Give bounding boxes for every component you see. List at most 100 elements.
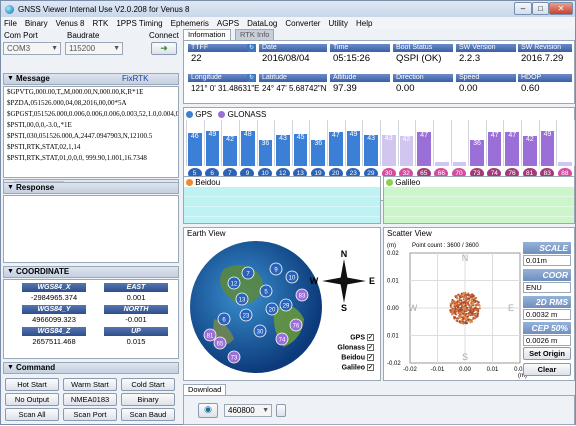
scatter-point — [476, 300, 479, 303]
check-glonass[interactable]: Glonass ✓ — [324, 344, 374, 351]
scatter-point — [465, 318, 468, 321]
collapse-icon: ▼ — [7, 184, 14, 191]
lat-value: 24° 47' 5.68742"N — [262, 84, 327, 93]
check-label: GPS — [350, 334, 365, 342]
check-beidou[interactable]: Beidou ✓ — [324, 354, 374, 361]
beidou-snr-area — [184, 187, 380, 223]
download-globe-button[interactable]: ◉ — [198, 403, 218, 418]
snr-gridline — [485, 120, 487, 166]
scatter-point — [467, 312, 470, 315]
snr-value: 43 — [279, 135, 287, 142]
menu-item-utility[interactable]: Utility — [328, 19, 348, 28]
no-output-button[interactable]: No Output — [5, 393, 59, 406]
alt-value: 97.39 — [333, 83, 357, 94]
compass-n: N — [341, 249, 348, 259]
warm-start-button[interactable]: Warm Start — [63, 378, 117, 391]
tab-rtk-info[interactable]: RTK Info — [235, 29, 275, 40]
message-line: $GPGST,051526.000,0.006,0.006,0.006,0.00… — [7, 110, 179, 118]
y-tick: -0.02 — [387, 361, 401, 367]
scatter-point — [456, 296, 459, 299]
scan-port-button[interactable]: Scan Port — [63, 408, 117, 421]
tab-information[interactable]: Information — [183, 29, 231, 40]
menu-item-converter[interactable]: Converter — [285, 19, 320, 28]
menu-item-agps[interactable]: AGPS — [217, 19, 239, 28]
checkbox-icon[interactable]: ✓ — [367, 364, 374, 371]
plug-icon: ➜ — [160, 43, 168, 53]
scatter-point — [469, 319, 472, 322]
scatter-point — [453, 303, 456, 306]
satellite-prn: 74 — [279, 338, 286, 344]
refresh-icon[interactable]: ↻ — [247, 74, 256, 82]
time-label: Time — [330, 44, 390, 52]
y-tick: 0.01 — [387, 334, 399, 340]
message-log[interactable]: $GPVTG,000.00,T,,M,000.00,N,000.00,K,R*1… — [3, 86, 179, 178]
scatter-point — [459, 296, 462, 299]
snr-gridline — [538, 120, 540, 166]
wgs84-z-value: 2657511.468 — [32, 337, 76, 346]
minimize-button[interactable]: – — [514, 2, 532, 15]
snr-gridline — [521, 120, 523, 166]
snr-gridline — [203, 120, 205, 166]
menu-item-file[interactable]: File — [4, 19, 17, 28]
swver-value: 2.2.3 — [459, 53, 481, 64]
menu-item-help[interactable]: Help — [356, 19, 372, 28]
ttff-value: 22 — [191, 53, 202, 64]
menu-item-venus-8[interactable]: Venus 8 — [56, 19, 85, 28]
response-log[interactable] — [3, 195, 179, 263]
snr-gridline — [450, 120, 452, 166]
scatter-point — [454, 312, 457, 315]
scatter-point — [458, 314, 461, 317]
menu-item-ephemeris[interactable]: Ephemeris — [171, 19, 209, 28]
lon-value: 121° 0' 31.48631"E — [191, 84, 260, 93]
menu-item-1pps-timing[interactable]: 1PPS Timing — [116, 19, 162, 28]
left-panel: Com Port Baudrate Connect COM3 ▼ 115200 ▼ … — [1, 29, 181, 426]
command-panel-header[interactable]: ▼ Command — [3, 362, 179, 374]
nmea0183-button[interactable]: NMEA0183 — [63, 393, 117, 406]
com-port-select[interactable]: COM3 ▼ — [3, 42, 61, 55]
check-galileo[interactable]: Galileo ✓ — [324, 364, 374, 371]
hot-start-button[interactable]: Hot Start — [5, 378, 59, 391]
glonass-dot-icon — [218, 111, 226, 119]
lon-label: Longitude — [188, 74, 256, 82]
close-button[interactable]: ✕ — [549, 2, 573, 15]
compass-e: E — [369, 276, 375, 286]
satellite-prn: 73 — [231, 356, 238, 362]
y-tick: 0.00 — [387, 306, 399, 312]
coordinate-panel-header[interactable]: ▼ COORDINATE — [3, 266, 179, 278]
checkbox-icon[interactable]: ✓ — [367, 354, 374, 361]
download-extra-button[interactable] — [276, 404, 286, 417]
connect-button[interactable]: ➜ — [151, 42, 177, 55]
dir-label: Direction — [393, 74, 453, 82]
scatter-point — [450, 313, 453, 316]
scatter-point — [474, 299, 477, 302]
maximize-button[interactable]: □ — [532, 2, 549, 15]
north-value: -0.001 — [125, 315, 147, 324]
check-gps[interactable]: GPS ✓ — [324, 334, 374, 341]
checkbox-icon[interactable]: ✓ — [367, 334, 374, 341]
set-origin-button[interactable]: Set Origin — [523, 347, 571, 360]
binary-button[interactable]: Binary — [121, 393, 175, 406]
response-panel-header[interactable]: ▼ Response — [3, 182, 179, 194]
scan-all-button[interactable]: Scan All — [5, 408, 59, 421]
baudrate-select[interactable]: 115200 ▼ — [65, 42, 123, 55]
app-icon — [5, 4, 14, 14]
scan-baud-button[interactable]: Scan Baud — [121, 408, 175, 421]
scatter-point — [475, 307, 478, 310]
download-baud-select[interactable]: 460800 ▼ — [224, 404, 272, 417]
chevron-down-icon: ▼ — [51, 45, 58, 52]
legend-gps: GPS — [195, 110, 213, 119]
scatter-point — [458, 294, 461, 297]
menu-item-rtk[interactable]: RTK — [93, 19, 109, 28]
scale-select[interactable]: 0.01m — [523, 255, 571, 266]
menu-item-binary[interactable]: Binary — [25, 19, 48, 28]
clear-button[interactable]: Clear — [523, 363, 571, 376]
checkbox-icon[interactable]: ✓ — [367, 344, 374, 351]
scatter-point — [472, 298, 475, 301]
snr-value: 42 — [525, 136, 534, 143]
menu-item-datalog[interactable]: DataLog — [247, 19, 277, 28]
coor-select[interactable]: ENU — [523, 282, 571, 293]
message-panel-header[interactable]: ▼ Message FixRTK — [3, 73, 179, 85]
refresh-icon[interactable]: ↻ — [247, 44, 256, 52]
x-tick: 0.01 — [487, 367, 499, 373]
cold-start-button[interactable]: Cold Start — [121, 378, 175, 391]
